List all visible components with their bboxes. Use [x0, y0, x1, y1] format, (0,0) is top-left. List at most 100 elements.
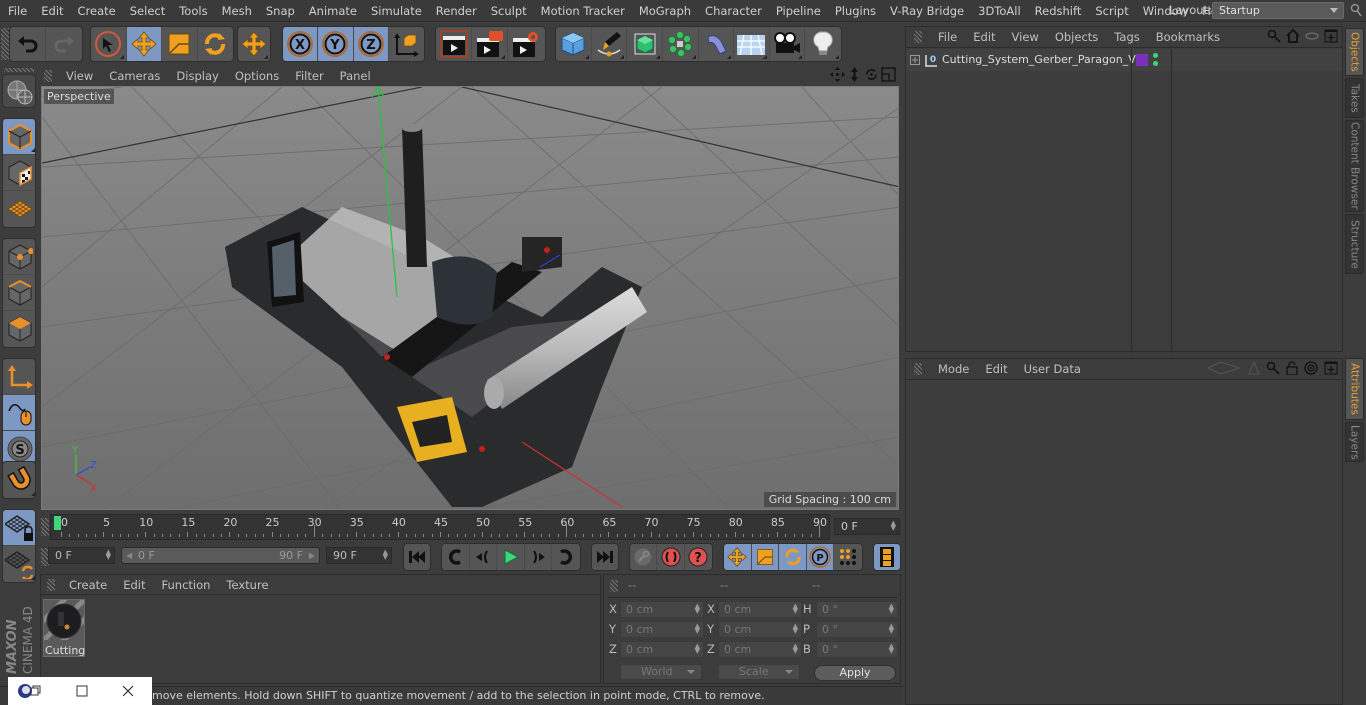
search-icon[interactable]	[1350, 3, 1362, 17]
menu-3dtoall[interactable]: 3DToAll	[971, 4, 1028, 18]
x-axis-button[interactable]: X	[283, 27, 319, 61]
spinner-icon[interactable]: ▲ ▼	[695, 623, 700, 635]
start-frame-field[interactable]: 0 F ▲ ▼	[48, 547, 115, 564]
tab-takes[interactable]: Takes	[1345, 78, 1364, 118]
object-menu-objects[interactable]: Objects	[1047, 30, 1106, 44]
coordinate-system-button[interactable]	[389, 27, 424, 61]
panel-grip[interactable]	[914, 363, 922, 375]
toolbar-grip[interactable]	[4, 68, 34, 72]
z-axis-button[interactable]: Z	[353, 27, 389, 61]
rotate-button[interactable]	[198, 27, 233, 61]
new-panel-icon[interactable]	[1324, 361, 1338, 375]
panel-grip[interactable]	[610, 580, 618, 592]
play-button[interactable]	[497, 544, 525, 570]
expand-icon[interactable]	[910, 55, 920, 65]
menu-render[interactable]: Render	[429, 4, 484, 18]
editor-visibility-dot[interactable]	[1153, 53, 1158, 58]
panel-grip[interactable]	[44, 70, 52, 82]
camera-label[interactable]: Perspective	[44, 89, 114, 104]
material-menu-edit[interactable]: Edit	[115, 578, 153, 592]
3d-viewport[interactable]: Y Z X Perspective Grid Spacing : 100 cm	[41, 86, 899, 510]
camera-button[interactable]	[770, 27, 806, 61]
viewport-menu-panel[interactable]: Panel	[332, 69, 379, 83]
material-menu-texture[interactable]: Texture	[218, 578, 276, 592]
render-visibility-dot[interactable]	[1153, 61, 1158, 66]
key-position-button[interactable]	[724, 544, 752, 570]
key-pla-button[interactable]	[834, 544, 862, 570]
menu-plugins[interactable]: Plugins	[828, 4, 883, 18]
panel-grip[interactable]	[41, 518, 49, 536]
recent-tool-button[interactable]	[238, 27, 270, 61]
tweak-mode-button[interactable]	[3, 395, 35, 431]
goto-start-button[interactable]	[404, 544, 430, 570]
workplane-mode-button[interactable]	[3, 191, 35, 227]
goto-end-button[interactable]	[592, 544, 618, 570]
up-arrow-icon[interactable]	[1248, 361, 1260, 375]
next-frame-button[interactable]	[525, 544, 553, 570]
panel-grip[interactable]	[914, 31, 922, 43]
spinner-icon[interactable]: ▲ ▼	[695, 603, 700, 615]
position-x-field[interactable]: 0 cm ▲ ▼	[620, 601, 704, 618]
record-button[interactable]	[657, 544, 685, 570]
object-menu-edit[interactable]: Edit	[965, 30, 1003, 44]
light-button[interactable]	[805, 27, 841, 61]
object-menu-view[interactable]: View	[1004, 30, 1047, 44]
pen-button[interactable]	[592, 27, 628, 61]
redo-button[interactable]	[46, 27, 82, 61]
tab-objects[interactable]: Objects	[1345, 28, 1364, 76]
menu-motion-tracker[interactable]: Motion Tracker	[534, 4, 632, 18]
workplane-align-button[interactable]	[3, 546, 35, 582]
menu-mesh[interactable]: Mesh	[215, 4, 259, 18]
spinner-icon[interactable]: ▲ ▼	[891, 520, 896, 532]
close-window-icon[interactable]	[122, 685, 134, 697]
object-name[interactable]: Cutting_System_Gerber_Paragon_VX	[942, 53, 1143, 66]
live-selection-button[interactable]	[91, 27, 127, 61]
scale-button[interactable]	[162, 27, 198, 61]
viewport-menu-filter[interactable]: Filter	[287, 69, 331, 83]
spinner-icon[interactable]: ▲ ▼	[106, 549, 111, 561]
current-frame-field[interactable]: 0 F ▲ ▼	[834, 518, 900, 535]
viewport-menu-display[interactable]: Display	[168, 69, 226, 83]
lock-icon[interactable]	[1286, 361, 1298, 375]
maximize-window-icon[interactable]	[76, 685, 88, 697]
object-row[interactable]: 0 Cutting_System_Gerber_Paragon_VX	[906, 49, 1342, 353]
key-rotation-button[interactable]	[779, 544, 807, 570]
render-settings-button[interactable]	[508, 27, 544, 61]
cube-button[interactable]	[556, 27, 592, 61]
polygons-mode-button[interactable]	[3, 311, 35, 347]
menu-animate[interactable]: Animate	[302, 4, 364, 18]
texture-mode-button[interactable]	[3, 155, 35, 191]
spinner-icon[interactable]: ▲ ▼	[889, 603, 894, 615]
undo-button[interactable]	[10, 27, 46, 61]
key-parameter-button[interactable]: P	[806, 544, 835, 570]
rotation-b-field[interactable]: 0 ° ▲ ▼	[816, 641, 898, 658]
menu-select[interactable]: Select	[123, 4, 172, 18]
end-frame-field[interactable]: 90 F ▲ ▼	[326, 547, 392, 564]
playhead[interactable]	[54, 516, 61, 530]
coordinate-mode-dropdown[interactable]: World	[620, 664, 702, 680]
subdivision-surface-button[interactable]	[627, 27, 663, 61]
model-mode-button[interactable]	[3, 119, 35, 155]
menu-simulate[interactable]: Simulate	[364, 4, 429, 18]
viewport-menu-options[interactable]: Options	[227, 69, 287, 83]
auto-keying-button[interactable]: ?	[685, 544, 712, 570]
attribute-menu-mode[interactable]: Mode	[930, 362, 977, 376]
restore-window-icon[interactable]	[30, 685, 42, 697]
object-menu-bookmarks[interactable]: Bookmarks	[1148, 30, 1228, 44]
rotation-p-field[interactable]: 0 ° ▲ ▼	[816, 621, 898, 638]
make-editable-button[interactable]	[3, 75, 35, 107]
range-right-handle[interactable]: ▶	[309, 548, 315, 563]
viewport-menu-cameras[interactable]: Cameras	[101, 69, 168, 83]
range-left-handle[interactable]: ◀	[126, 548, 132, 563]
size-z-field[interactable]: 0 cm ▲ ▼	[718, 641, 802, 658]
zoom-view-icon[interactable]	[847, 67, 862, 82]
layout-dropdown[interactable]: Startup	[1212, 2, 1344, 19]
target-icon[interactable]	[1304, 361, 1318, 375]
search-icon[interactable]	[1266, 361, 1280, 375]
pan-view-icon[interactable]	[830, 67, 845, 82]
back-forward-icon[interactable]	[1206, 361, 1242, 375]
menu-vray-bridge[interactable]: V-Ray Bridge	[883, 4, 971, 18]
spinner-icon[interactable]: ▲ ▼	[793, 623, 798, 635]
keyframe-selection-button[interactable]	[630, 544, 658, 570]
timeline-window-button[interactable]	[874, 544, 900, 570]
